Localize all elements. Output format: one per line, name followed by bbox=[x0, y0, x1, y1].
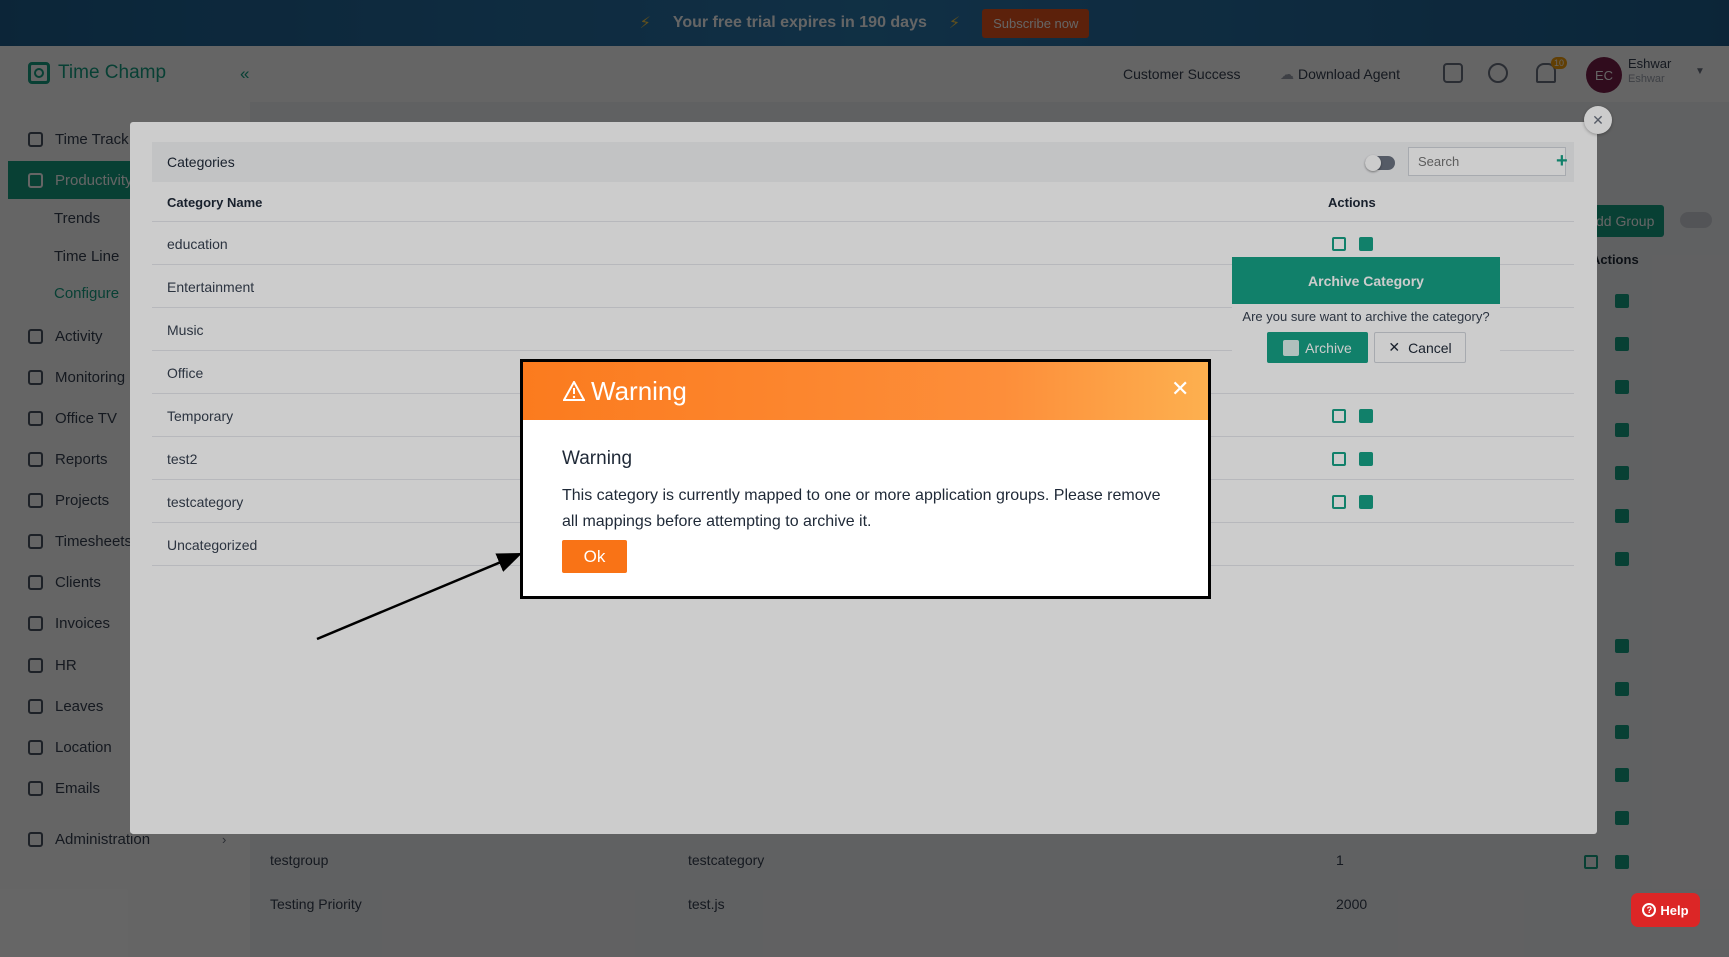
help-button[interactable]: ? Help bbox=[1631, 893, 1700, 927]
close-icon[interactable]: ✕ bbox=[1171, 376, 1189, 402]
warning-triangle-icon bbox=[563, 381, 585, 401]
warning-subtitle: Warning bbox=[562, 448, 633, 469]
warning-title: Warning bbox=[591, 376, 687, 406]
warning-modal-header: Warning ✕ bbox=[523, 362, 1208, 420]
warning-modal: Warning ✕ Warning This category is curre… bbox=[520, 359, 1211, 599]
ok-button[interactable]: Ok bbox=[562, 540, 627, 573]
help-label: Help bbox=[1660, 902, 1689, 918]
help-circle-icon: ? bbox=[1642, 903, 1657, 917]
warning-message: This category is currently mapped to one… bbox=[562, 487, 1161, 530]
